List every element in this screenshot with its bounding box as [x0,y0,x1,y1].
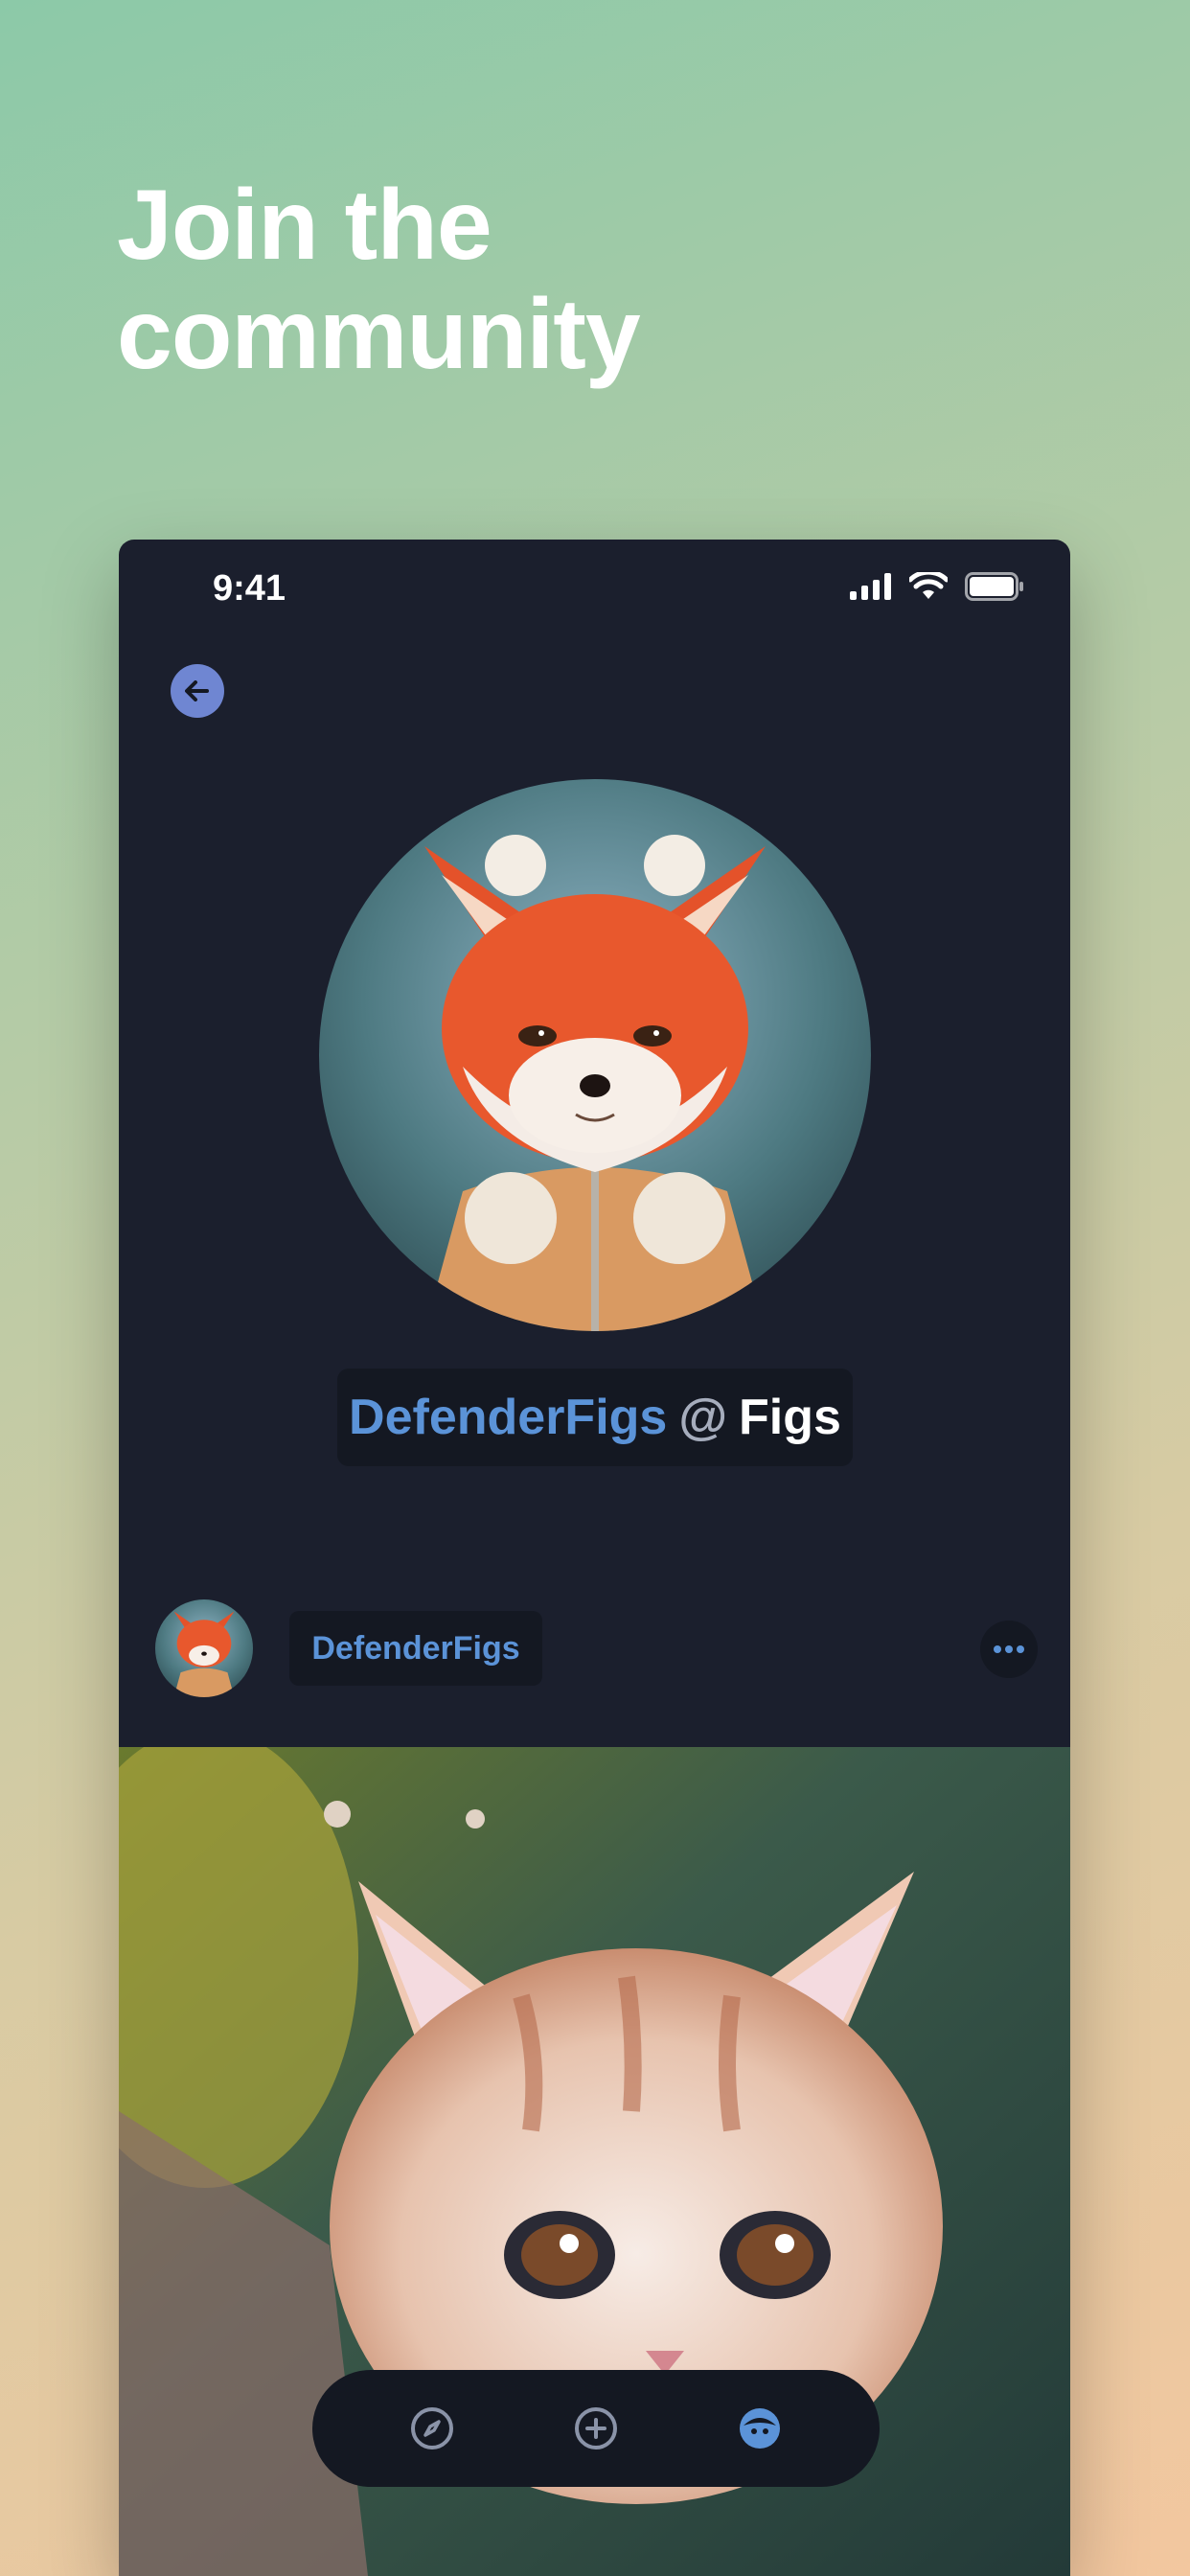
tab-bar [312,2370,880,2487]
status-icons [850,572,1024,601]
battery-icon [965,572,1023,601]
headline: Join the community [117,170,641,390]
back-button[interactable] [171,664,224,718]
profile-at-symbol: @ [678,1390,728,1445]
headline-line-1: Join the [117,170,492,281]
fox-avatar-thumbnail [155,1599,253,1697]
signal-icon [850,573,891,600]
post-avatar[interactable] [155,1599,253,1697]
profile-username[interactable]: DefenderFigs [349,1389,667,1446]
compass-icon [411,2407,454,2450]
status-time: 9:41 [213,568,286,609]
profile-icon [739,2408,780,2449]
wifi-icon [909,572,948,599]
profile-avatar [319,779,871,1331]
fox-avatar-image [319,779,871,1331]
arrow-left-icon [185,680,209,702]
headline-line-2: community [117,279,641,390]
tab-explore[interactable] [403,2400,461,2457]
add-icon [574,2407,617,2450]
more-options-button[interactable] [980,1621,1038,1678]
profile-community[interactable]: Figs [739,1389,841,1446]
profile-name-pill: DefenderFigs @ Figs [337,1368,853,1466]
more-icon [994,1645,1024,1653]
tab-profile[interactable] [731,2400,789,2457]
post-header: DefenderFigs [119,1599,1070,1724]
phone-screen: 9:41 DefenderFigs @ Figs DefenderFigs [119,540,1070,2576]
tab-create[interactable] [567,2400,625,2457]
post-username[interactable]: DefenderFigs [289,1611,542,1686]
